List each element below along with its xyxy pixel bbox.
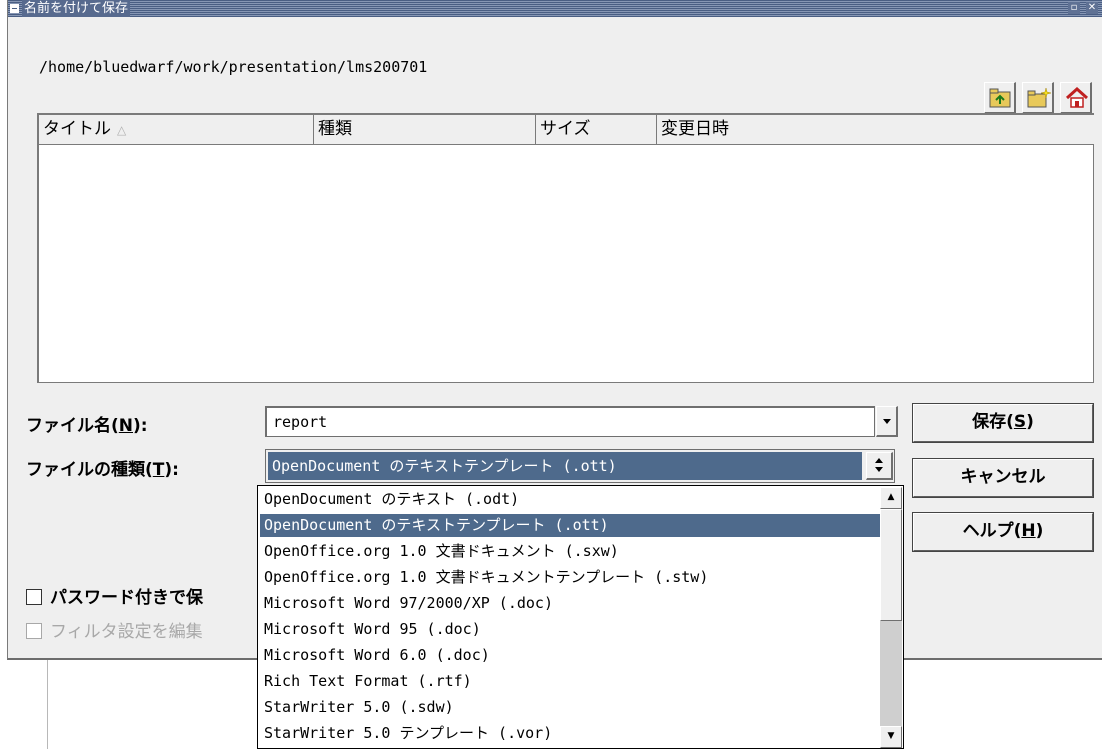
column-size[interactable]: サイズ <box>536 115 657 145</box>
filter-settings-checkbox: フィルタ設定を編集 <box>26 617 203 642</box>
window-title: 名前を付けて保存 <box>22 0 131 17</box>
column-modified[interactable]: 変更日時 <box>657 115 1094 145</box>
filetype-selected-value: OpenDocument のテキストテンプレート (.ott) <box>268 452 862 480</box>
scroll-down-icon[interactable]: ▼ <box>880 726 902 748</box>
list-item[interactable]: Microsoft Word 6.0 (.doc) <box>260 644 880 667</box>
window-menu-icon[interactable] <box>10 4 19 13</box>
new-folder-button[interactable] <box>1022 82 1054 114</box>
home-icon <box>1065 87 1089 108</box>
checkbox-box[interactable] <box>26 589 42 605</box>
filename-history-button[interactable] <box>876 406 898 437</box>
list-item[interactable]: OpenOffice.org 1.0 文書ドキュメント (.sxw) <box>260 540 880 563</box>
home-button[interactable] <box>1060 82 1092 114</box>
filetype-label: ファイルの種類(T): <box>26 460 179 480</box>
scroll-up-icon[interactable]: ▲ <box>880 487 902 509</box>
scroll-thumb[interactable] <box>880 509 902 621</box>
column-type[interactable]: 種類 <box>314 115 536 145</box>
column-title[interactable]: タイトル △ <box>39 115 314 145</box>
title-bar[interactable]: 名前を付けて保存 ▫ ✕ <box>8 0 1102 17</box>
close-icon[interactable]: ✕ <box>1086 2 1098 14</box>
filename-input[interactable]: report <box>265 406 875 437</box>
chevron-down-icon <box>882 419 891 424</box>
sort-ascending-icon: △ <box>117 123 127 137</box>
up-folder-button[interactable] <box>984 82 1016 114</box>
list-item[interactable]: Microsoft Word 95 (.doc) <box>260 618 880 641</box>
list-item[interactable]: OpenOffice.org 1.0 文書ドキュメントテンプレート (.stw) <box>260 566 880 589</box>
dropdown-scrollbar[interactable]: ▲ ▼ <box>880 487 902 748</box>
cancel-button[interactable]: キャンセル <box>912 458 1094 498</box>
help-button[interactable]: ヘルプ(H) <box>912 512 1094 552</box>
list-item[interactable]: StarWriter 5.0 テンプレート (.vor) <box>260 722 880 745</box>
up-folder-icon <box>989 88 1011 108</box>
file-list[interactable]: タイトル △ 種類 サイズ 変更日時 <box>37 113 1094 383</box>
new-folder-icon <box>1027 87 1051 108</box>
up-down-arrows-icon <box>874 458 883 472</box>
list-item[interactable]: OpenDocument のテキスト (.odt) <box>260 488 880 511</box>
filename-label: ファイル名(N): <box>26 416 148 436</box>
filetype-dropdown-list[interactable]: OpenDocument のテキスト (.odt) OpenDocument の… <box>257 485 904 749</box>
list-item[interactable]: Rich Text Format (.rtf) <box>260 670 880 693</box>
checkbox-box <box>26 623 42 639</box>
password-checkbox[interactable]: パスワード付きで保 <box>26 583 203 608</box>
document-page-edge <box>47 660 48 749</box>
list-item[interactable]: Microsoft Word 97/2000/XP (.doc) <box>260 592 880 615</box>
current-path: /home/bluedwarf/work/presentation/lms200… <box>39 58 428 76</box>
save-button[interactable]: 保存(S) <box>912 403 1094 443</box>
filetype-spin-button[interactable] <box>866 452 893 480</box>
minimize-icon[interactable]: ▫ <box>1068 2 1080 14</box>
list-item[interactable]: OpenDocument のテキストテンプレート (.ott) <box>260 514 880 537</box>
list-item[interactable]: StarWriter 5.0 (.sdw) <box>260 696 880 719</box>
filetype-select[interactable]: OpenDocument のテキストテンプレート (.ott) <box>265 449 895 483</box>
